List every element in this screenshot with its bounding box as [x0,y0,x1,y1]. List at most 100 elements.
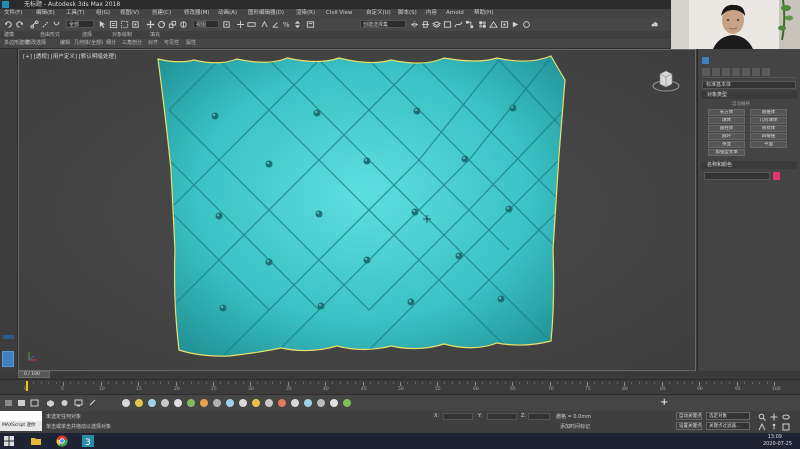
utilities-icon[interactable] [88,399,97,407]
tufted-cushion-mesh[interactable] [19,50,696,371]
ribbon-modify-sel[interactable]: 修改选择 [26,39,46,47]
geosphere-button[interactable]: 几何球体 [750,117,787,124]
ribbon-tab-selection[interactable]: 选择 [82,31,92,39]
start-icon[interactable] [4,436,14,446]
menu-tools[interactable]: 工具(T) [66,9,85,18]
spinner-snap-icon[interactable] [293,20,302,29]
a360-cloud-icon[interactable] [650,20,659,29]
shelf-tool-icon[interactable] [304,399,312,407]
redo-icon[interactable] [15,20,24,29]
render-iterative-icon[interactable] [522,20,531,29]
torus-button[interactable]: 圆环 [708,133,745,140]
material-editor-icon[interactable] [478,20,487,29]
shelf-tool-icon[interactable] [148,399,156,407]
rendered-frame-icon[interactable] [500,20,509,29]
layer-explorer-icon[interactable] [432,20,441,29]
zoom-icon[interactable] [758,413,766,421]
pivot-center-icon[interactable] [222,20,231,29]
shelf-tool-icon[interactable] [291,399,299,407]
reference-coord-dropdown[interactable]: 视图 [193,20,219,28]
menu-content[interactable]: 内容 [426,9,437,18]
sphere-button[interactable]: 球体 [708,117,745,124]
toggle-ribbon-icon[interactable] [443,20,452,29]
3dsmax-taskbar-icon[interactable]: 3 [82,435,94,448]
percent-snap-icon[interactable]: % [282,20,291,29]
autogrid-checkbox[interactable]: 自动栅格 [732,101,750,107]
auto-key-button[interactable]: 自动关键点 [676,412,702,420]
ribbon-tab-populate[interactable]: 填充 [150,31,160,39]
modeling-icon[interactable] [30,399,39,407]
key-mode-dropdown[interactable]: 选定对象 [706,412,750,420]
render-setup-icon[interactable] [489,20,498,29]
walkthrough-icon[interactable] [770,423,778,431]
x-coord-field[interactable] [443,413,473,420]
keyboard-shortcut-icon[interactable] [247,20,256,29]
add-icon[interactable]: + [660,398,670,408]
menu-help[interactable]: 帮助(H) [474,9,493,18]
align-icon[interactable] [421,20,430,29]
plane-button[interactable]: 平面 [750,141,787,148]
menu-view[interactable]: 视图(V) [120,9,139,18]
layer-icon[interactable] [17,399,26,407]
key-filters-button[interactable]: 关键点过滤器... [706,422,750,430]
shelf-tool-icon[interactable] [317,399,325,407]
snap-toggle-icon[interactable] [260,20,269,29]
menu-group[interactable]: 组(G) [96,9,110,18]
mirror-icon[interactable] [410,20,419,29]
rotate-icon[interactable] [157,20,166,29]
shelf-tool-icon[interactable] [135,399,143,407]
ribbon-visibility[interactable]: 可见性 [164,39,179,47]
ribbon-geometry[interactable]: 几何体(全部) [74,39,103,47]
ribbon-tab-modeling[interactable]: 建模 [4,31,14,39]
shelf-tool-icon[interactable] [239,399,247,407]
bind-space-warp-icon[interactable] [52,20,61,29]
menu-script[interactable]: 脚本(S) [398,9,417,18]
geometry-icon[interactable] [702,68,710,76]
container-icon[interactable] [46,399,55,407]
menu-customize[interactable]: 自定义(U) [366,9,391,18]
maxscript-mini-listener[interactable]: MAXScript 迷你 [0,421,42,431]
track-bar[interactable]: 0510152025303540455055606570758085909510… [0,379,800,394]
ribbon-properties[interactable]: 属性 [186,39,196,47]
move-icon[interactable] [146,20,155,29]
create-tab-icon[interactable] [702,57,709,64]
scene-explorer-icon[interactable] [4,399,13,407]
shelf-tool-icon[interactable] [278,399,286,407]
shelf-tool-icon[interactable] [213,399,221,407]
textplus-button[interactable]: 加强型文本 [708,149,745,156]
teapot-button[interactable]: 茶壶 [708,141,745,148]
y-coord-field[interactable] [487,413,517,420]
scale-icon[interactable] [168,20,177,29]
cameras-icon[interactable] [732,68,740,76]
fov-icon[interactable] [758,422,766,431]
shelf-tool-icon[interactable] [187,399,195,407]
pyramid-button[interactable]: 四棱锥 [750,133,787,140]
app-icon[interactable] [2,1,9,8]
menu-civil[interactable]: Civil View [326,9,352,18]
shelf-tool-icon[interactable] [200,399,208,407]
menu-graph[interactable]: 图形编辑器(D) [248,9,284,18]
select-manipulate-icon[interactable] [236,20,245,29]
viewport-layout-button[interactable] [2,351,14,367]
spacewarps-icon[interactable] [752,68,760,76]
display-icon[interactable] [74,399,83,407]
shelf-tool-icon[interactable] [226,399,234,407]
angle-snap-icon[interactable] [271,20,280,29]
menu-modifiers[interactable]: 修改器(M) [184,9,210,18]
tube-button[interactable]: 管状体 [750,125,787,132]
time-marker[interactable] [26,381,28,391]
helpers-icon[interactable] [742,68,750,76]
object-color-swatch[interactable] [773,172,780,180]
ribbon-tab-freeform[interactable]: 自由形式 [40,31,60,39]
placement-icon[interactable] [179,20,188,29]
shelf-tool-icon[interactable] [174,399,182,407]
maximize-viewport-icon[interactable] [782,423,790,431]
cone-button[interactable]: 圆锥体 [750,109,787,116]
menu-create[interactable]: 创建(C) [152,9,171,18]
z-coord-field[interactable] [528,413,550,420]
shapes-icon[interactable] [712,68,720,76]
ribbon-subdivision[interactable]: 细分 [106,39,116,47]
shelf-tool-icon[interactable] [122,399,130,407]
pan-icon[interactable] [770,413,778,421]
selection-filter-dropdown[interactable]: 全部 [66,20,94,28]
